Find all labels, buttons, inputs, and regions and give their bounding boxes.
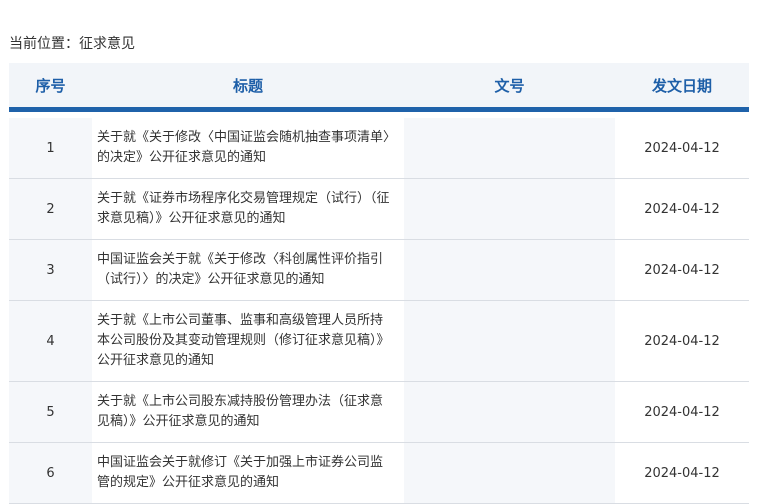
table-row: 6 中国证监会关于就修订《关于加强上市证券公司监管的规定》公开征求意见的通知 2… [9,442,749,504]
breadcrumb-label: 当前位置： [9,36,79,52]
row-seq: 4 [9,300,92,382]
notice-table-container: 序号 标题 文号 发文日期 1 关于就《关于修改〈中国证监会随机抽查事项清单〉的… [9,63,749,504]
row-date: 2024-04-12 [615,239,749,301]
row-title-link[interactable]: 关于就《关于修改〈中国证监会随机抽查事项清单〉的决定》公开征求意见的通知 [92,118,404,179]
breadcrumb: 当前位置：征求意见 [9,34,135,54]
row-seq: 6 [9,442,92,504]
row-seq: 5 [9,381,92,443]
row-title-link[interactable]: 中国证监会关于就修订《关于加强上市证券公司监管的规定》公开征求意见的通知 [92,442,404,504]
header-spacer [9,109,749,118]
row-date: 2024-04-12 [615,300,749,382]
header-seq: 序号 [9,63,92,112]
row-seq: 3 [9,239,92,301]
header-doc: 文号 [404,63,615,112]
row-date: 2024-04-12 [615,178,749,240]
row-doc-number [404,300,615,382]
row-title-link[interactable]: 关于就《上市公司董事、监事和高级管理人员所持本公司股份及其变动管理规则（修订征求… [92,300,404,382]
row-doc-number [404,178,615,240]
table-row: 1 关于就《关于修改〈中国证监会随机抽查事项清单〉的决定》公开征求意见的通知 2… [9,118,749,179]
breadcrumb-current[interactable]: 征求意见 [79,36,135,52]
row-date: 2024-04-12 [615,118,749,179]
notice-table: 序号 标题 文号 发文日期 1 关于就《关于修改〈中国证监会随机抽查事项清单〉的… [9,63,749,504]
header-spacer-cell [9,109,749,118]
row-date: 2024-04-12 [615,381,749,443]
row-doc-number [404,381,615,443]
table-row: 2 关于就《证券市场程序化交易管理规定（试行）（征求意见稿）》公开征求意见的通知… [9,178,749,240]
header-title: 标题 [92,63,404,112]
table-row: 3 中国证监会关于就《关于修改〈科创属性评价指引（试行）〉的决定》公开征求意见的… [9,239,749,301]
row-date: 2024-04-12 [615,442,749,504]
table-row: 4 关于就《上市公司董事、监事和高级管理人员所持本公司股份及其变动管理规则（修订… [9,300,749,382]
row-title-link[interactable]: 中国证监会关于就《关于修改〈科创属性评价指引（试行）〉的决定》公开征求意见的通知 [92,239,404,301]
row-doc-number [404,442,615,504]
row-seq: 1 [9,118,92,179]
row-doc-number [404,239,615,301]
row-title-link[interactable]: 关于就《证券市场程序化交易管理规定（试行）（征求意见稿）》公开征求意见的通知 [92,178,404,240]
header-date: 发文日期 [615,63,749,112]
table-header-row: 序号 标题 文号 发文日期 [9,63,749,112]
row-doc-number [404,118,615,179]
row-seq: 2 [9,178,92,240]
row-title-link[interactable]: 关于就《上市公司股东减持股份管理办法（征求意见稿）》公开征求意见的通知 [92,381,404,443]
table-row: 5 关于就《上市公司股东减持股份管理办法（征求意见稿）》公开征求意见的通知 20… [9,381,749,443]
